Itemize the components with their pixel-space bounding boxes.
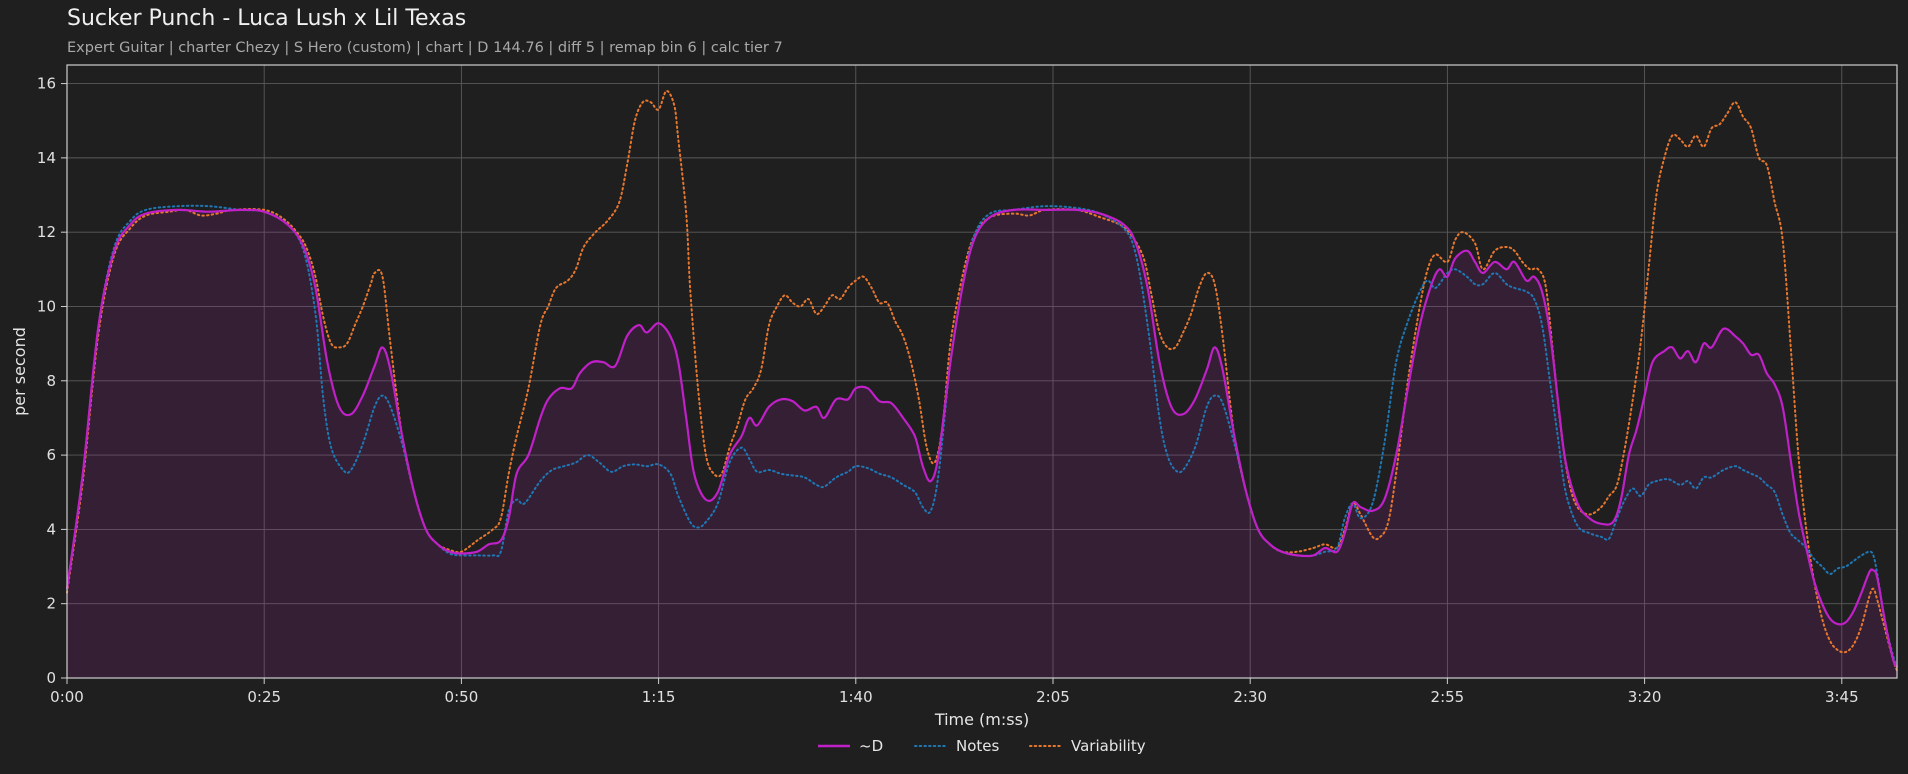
x-tick-label: 1:15 (642, 688, 676, 706)
x-tick-label: 3:20 (1628, 688, 1662, 706)
x-tick-label: 0:00 (50, 688, 84, 706)
x-tick-label: 2:30 (1233, 688, 1267, 706)
legend-label: Notes (956, 737, 1000, 755)
y-tick-label: 12 (37, 223, 56, 241)
legend-label: ~D (859, 737, 883, 755)
x-tick-label: 0:50 (445, 688, 479, 706)
plot-area (65, 90, 1898, 678)
y-axis-label: per second (10, 327, 29, 416)
x-tick-label: 3:45 (1825, 688, 1859, 706)
x-tick-label: 1:40 (839, 688, 873, 706)
chart: 0:00 0:25 0:50 1:15 1:40 2:05 2:30 2:55 3:20 3:45… (10, 64, 1898, 755)
y-tick-label: 4 (46, 520, 56, 538)
y-tick-label: 0 (46, 669, 56, 687)
legend-label: Variability (1071, 737, 1146, 755)
x-tick-label: 2:05 (1036, 688, 1070, 706)
y-tick-label: 6 (46, 446, 56, 464)
x-tick-label: 0:25 (247, 688, 281, 706)
y-tick-label: 10 (37, 297, 56, 315)
series-fill-d (67, 209, 1897, 678)
legend: ~D Notes Variability (818, 737, 1146, 755)
y-tick-label: 2 (46, 595, 56, 613)
x-tick-label: 2:55 (1431, 688, 1465, 706)
y-tick-label: 8 (46, 372, 56, 390)
y-tick-label: 16 (37, 75, 56, 93)
x-axis-label: Time (m:ss) (934, 710, 1029, 729)
y-tick-label: 14 (37, 149, 56, 167)
